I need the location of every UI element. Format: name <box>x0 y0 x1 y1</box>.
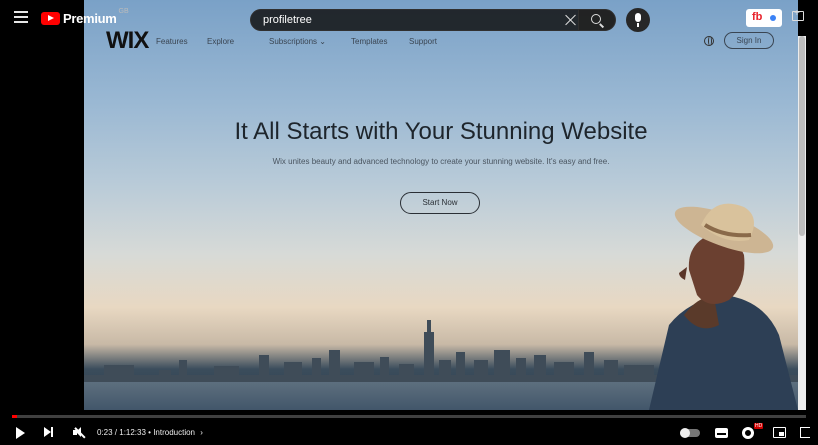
video-content[interactable]: WIX Features Explore Subscriptions ⌄ Tem… <box>84 0 798 410</box>
extension-status-dot <box>770 15 776 21</box>
progress-bar[interactable] <box>12 415 806 418</box>
youtube-play-icon <box>41 12 60 25</box>
chapter-chevron-icon: › <box>200 428 203 437</box>
subtitles-icon[interactable] <box>715 428 728 438</box>
youtube-logo[interactable]: Premium GB <box>41 8 129 26</box>
menu-icon[interactable] <box>14 11 28 23</box>
muted-volume-icon[interactable] <box>73 427 86 439</box>
region-label: GB <box>118 8 129 15</box>
time-display[interactable]: 0:23 / 1:12:33 • Introduction › <box>97 428 203 437</box>
progress-fill <box>12 415 17 418</box>
extension-button[interactable]: fb <box>746 9 782 27</box>
search-button[interactable] <box>578 9 616 31</box>
brand-label: Premium <box>63 11 117 26</box>
theater-mode-icon[interactable] <box>800 427 810 438</box>
letterbox-right <box>806 0 818 445</box>
clear-search-icon[interactable] <box>563 12 579 28</box>
voice-search-button[interactable] <box>626 8 650 32</box>
video-frame: WIX Features Explore Subscriptions ⌄ Tem… <box>0 0 818 445</box>
extension-label: fb <box>752 11 763 23</box>
hd-badge: HD <box>754 423 764 429</box>
hero-title: It All Starts with Your Stunning Website <box>234 118 648 145</box>
nav-link-explore: Explore <box>207 37 235 46</box>
letterbox-left <box>0 0 84 445</box>
youtube-top-bar: Premium GB profiletree fb <box>0 0 818 36</box>
chapter-label: • Introduction <box>148 428 195 437</box>
nav-link-subscriptions: Subscriptions ⌄ <box>269 37 326 46</box>
start-now-button: Start Now <box>400 192 480 214</box>
search-input[interactable]: profiletree <box>250 9 615 31</box>
search-query: profiletree <box>263 14 312 26</box>
next-icon[interactable] <box>44 427 53 437</box>
create-video-icon[interactable] <box>792 8 804 21</box>
hero-subtitle: Wix unites beauty and advanced technolog… <box>272 157 610 166</box>
microphone-icon <box>635 13 641 27</box>
autoplay-toggle[interactable] <box>680 428 700 438</box>
nav-link-features: Features <box>156 37 188 46</box>
play-icon[interactable] <box>16 427 25 439</box>
globe-icon <box>704 36 714 46</box>
nav-link-support: Support <box>409 37 438 46</box>
page-scrollbar <box>798 36 806 410</box>
man-in-hat <box>649 203 798 410</box>
player-controls: 0:23 / 1:12:33 • Introduction › HD <box>0 410 818 445</box>
time-readout: 0:23 / 1:12:33 <box>97 428 146 437</box>
search-icon <box>591 14 601 24</box>
nav-link-templates: Templates <box>351 37 388 46</box>
scrollbar-thumb <box>799 36 805 236</box>
settings-gear-icon[interactable] <box>742 427 754 439</box>
miniplayer-icon[interactable] <box>773 427 786 438</box>
